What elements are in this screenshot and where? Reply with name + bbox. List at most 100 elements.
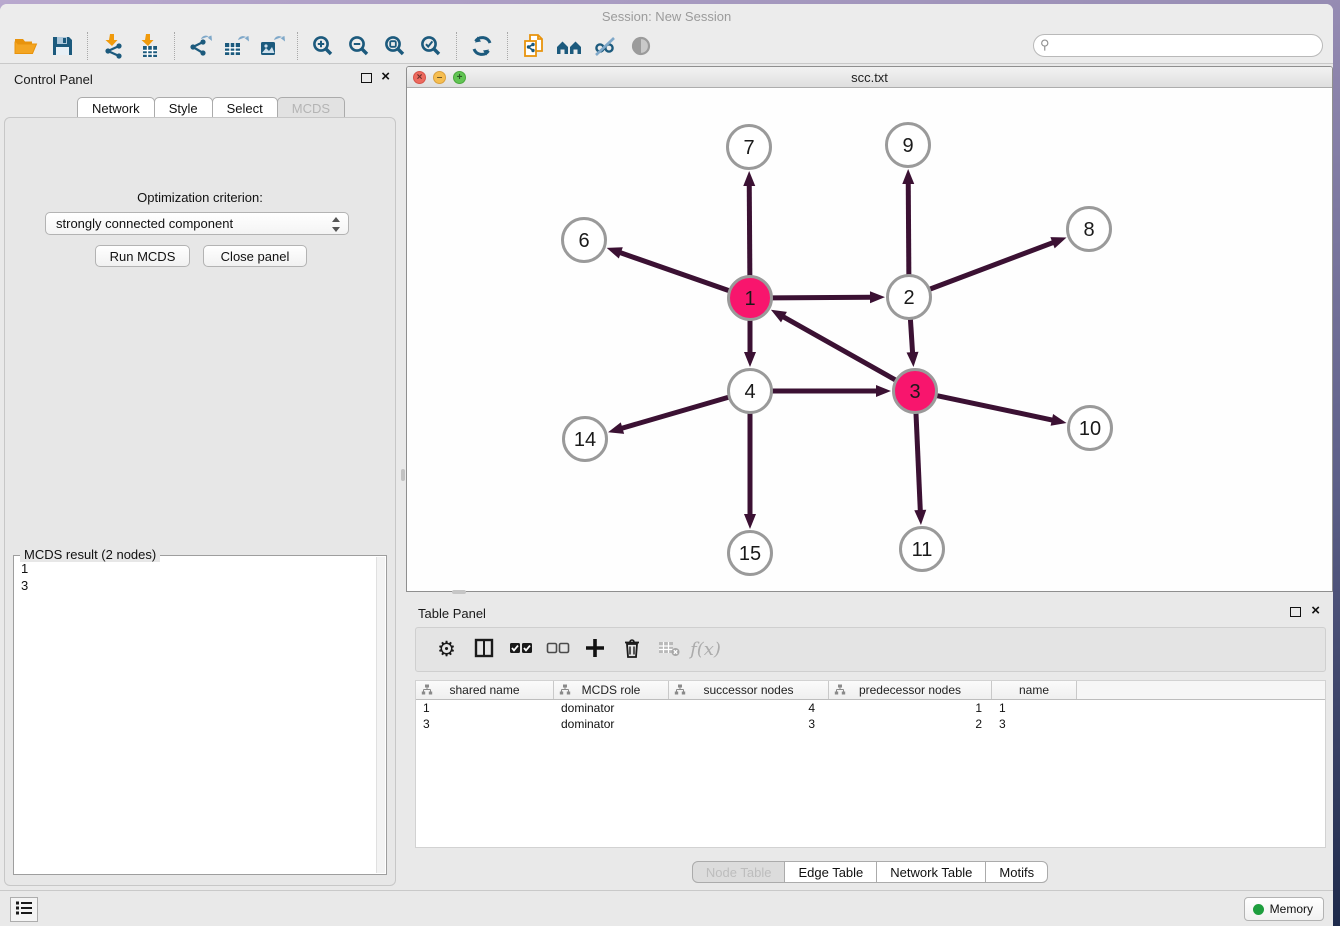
tab-network[interactable]: Network (77, 97, 155, 118)
table-row[interactable]: 1 dominator 4 1 1 (416, 700, 1325, 716)
optimization-criterion-label: Optimization criterion: (5, 190, 395, 205)
result-scrollbar[interactable] (376, 557, 385, 873)
network-window: × – + scc.txt 7968124314101511 (406, 66, 1333, 592)
close-panel-button[interactable]: Close panel (203, 245, 307, 267)
table-settings-button[interactable]: ⚙ (428, 632, 465, 668)
run-mcds-button[interactable]: Run MCDS (95, 245, 190, 267)
export-table-button[interactable] (218, 30, 254, 62)
cell-name: 3 (992, 717, 1077, 731)
criterion-select[interactable]: strongly connected component (45, 212, 349, 235)
graph-edge-3-1[interactable] (783, 317, 896, 381)
delete-column-button[interactable] (613, 632, 650, 668)
save-session-button[interactable] (44, 30, 80, 62)
zoom-selected-button[interactable] (413, 30, 449, 62)
graph-edge-1-7[interactable] (749, 185, 750, 276)
graph-edge-3-11[interactable] (916, 413, 920, 511)
minimize-window-icon[interactable]: – (433, 71, 446, 84)
new-column-button[interactable] (576, 632, 613, 668)
graph-edge-1-2[interactable] (772, 297, 871, 298)
zoom-in-button[interactable] (305, 30, 341, 62)
graph-edge-4-14[interactable] (621, 397, 728, 428)
main-area: Control Panel × Network Style Select MCD… (0, 64, 1333, 890)
table-row[interactable]: 3 dominator 3 2 3 (416, 716, 1325, 732)
column-header-successor-nodes[interactable]: successor nodes (669, 681, 829, 699)
column-label: shared name (449, 683, 519, 697)
column-label: predecessor nodes (859, 683, 961, 697)
table-delete-icon (657, 638, 681, 661)
control-panel-header: Control Panel × (0, 64, 400, 94)
float-panel-icon[interactable] (361, 73, 372, 83)
first-neighbors-button[interactable] (551, 30, 587, 62)
memory-status-icon (1253, 904, 1264, 915)
tree-icon (559, 684, 571, 699)
search-input[interactable] (1033, 34, 1323, 57)
status-bar: Memory (0, 890, 1333, 926)
graph-edge-2-8[interactable] (930, 242, 1054, 289)
toggle-columns-button[interactable] (465, 632, 502, 668)
cell-predecessor-nodes: 2 (829, 717, 992, 731)
zoom-fit-button[interactable] (377, 30, 413, 62)
graph-node-label-14: 14 (574, 429, 596, 451)
graph-edge-3-10[interactable] (937, 396, 1053, 421)
window-title: Session: New Session (602, 9, 731, 24)
table-panel-tabs: Node Table Edge Table Network Table Moti… (406, 861, 1333, 883)
gear-icon: ⚙ (437, 639, 456, 660)
maximize-window-icon[interactable]: + (453, 71, 466, 84)
float-table-panel-icon[interactable] (1290, 607, 1301, 617)
tab-motifs[interactable]: Motifs (985, 861, 1048, 883)
select-all-columns-button[interactable] (502, 632, 539, 668)
graph-node-label-3: 3 (909, 381, 920, 403)
list-icon (14, 900, 34, 919)
show-all-button[interactable] (623, 30, 659, 62)
horizontal-splitter-grip[interactable] (452, 590, 466, 594)
tab-style[interactable]: Style (154, 97, 213, 118)
graph-node-label-4: 4 (744, 381, 755, 403)
show-panels-button[interactable] (10, 897, 38, 922)
graph-edge-2-9[interactable] (908, 183, 909, 275)
memory-button[interactable]: Memory (1244, 897, 1324, 921)
tab-edge-table[interactable]: Edge Table (784, 861, 877, 883)
network-canvas-svg: 7968124314101511 (407, 89, 1332, 592)
app-window: Session: New Session (0, 4, 1333, 926)
column-header-predecessor-nodes[interactable]: predecessor nodes (829, 681, 992, 699)
zoom-out-icon (347, 34, 371, 58)
zoom-out-button[interactable] (341, 30, 377, 62)
open-session-button[interactable] (8, 30, 44, 62)
tab-select[interactable]: Select (212, 97, 278, 118)
table-header-row: shared name MCDS role successor nodes pr… (416, 681, 1325, 700)
tab-node-table[interactable]: Node Table (692, 861, 786, 883)
table-panel-header: Table Panel × (406, 598, 1333, 628)
search-container: ⚲ (1033, 34, 1323, 57)
export-network-button[interactable] (182, 30, 218, 62)
import-network-button[interactable] (95, 30, 131, 62)
splitter-grip (401, 469, 405, 481)
mcds-result-text[interactable]: 1 3 (14, 558, 376, 874)
fx-icon: f(x) (690, 639, 721, 660)
graph-edge-2-3[interactable] (910, 319, 912, 353)
close-panel-icon[interactable]: × (381, 68, 390, 86)
network-canvas[interactable]: 7968124314101511 (407, 89, 1332, 591)
criterion-select-value: strongly connected component (56, 216, 233, 231)
import-table-button[interactable] (131, 30, 167, 62)
deselect-all-columns-button[interactable] (539, 632, 576, 668)
apply-layout-button[interactable] (464, 30, 500, 62)
column-label: successor nodes (703, 683, 793, 697)
toolbar-separator (174, 32, 175, 60)
tab-network-table[interactable]: Network Table (876, 861, 986, 883)
column-header-shared-name[interactable]: shared name (416, 681, 554, 699)
mcds-result-groupbox: MCDS result (2 nodes) 1 3 (13, 555, 387, 875)
table-panel: Table Panel × ⚙ (406, 598, 1333, 890)
network-from-selection-button[interactable] (515, 30, 551, 62)
graph-edge-1-6[interactable] (620, 253, 729, 291)
tab-mcds[interactable]: MCDS (277, 97, 345, 118)
close-table-panel-icon[interactable]: × (1311, 602, 1320, 620)
column-header-mcds-role[interactable]: MCDS role (554, 681, 669, 699)
network-window-titlebar: × – + scc.txt (407, 67, 1332, 88)
hide-selection-button[interactable] (587, 30, 623, 62)
delete-table-button[interactable] (650, 632, 687, 668)
function-builder-button[interactable]: f(x) (687, 632, 724, 668)
close-window-icon[interactable]: × (413, 71, 426, 84)
column-header-name[interactable]: name (992, 681, 1077, 699)
folder-open-icon (13, 34, 39, 58)
export-image-button[interactable] (254, 30, 290, 62)
